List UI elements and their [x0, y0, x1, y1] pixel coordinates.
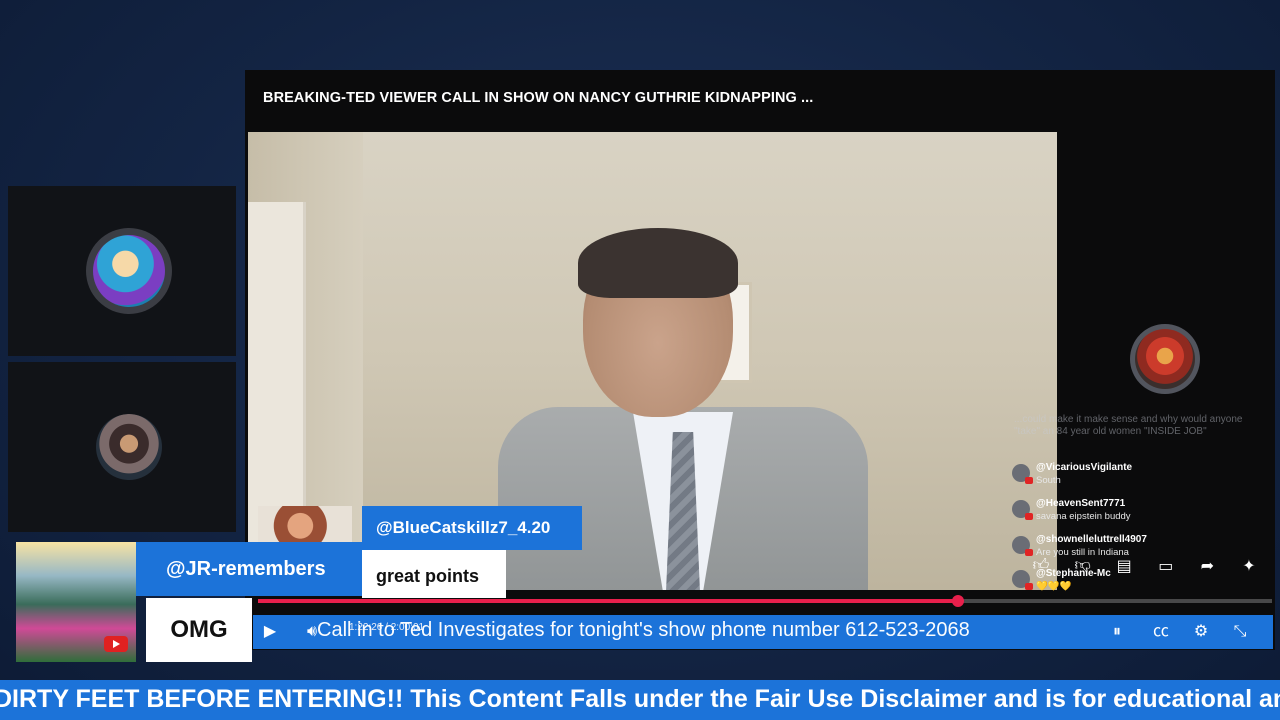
- chat-avatar: [1012, 536, 1033, 556]
- featured-comment: @JR-remembers great points OMG: [16, 542, 506, 662]
- comment-icon[interactable]: ▤: [1113, 556, 1135, 580]
- bottom-ticker: DIRTY FEET BEFORE ENTERING!! This Conten…: [0, 680, 1280, 720]
- captions-icon[interactable]: ㏄: [1148, 619, 1174, 645]
- chat-text: savana eipstein buddy: [1036, 511, 1131, 522]
- chat-text: 💛💛💛: [1036, 581, 1072, 592]
- pause-icon[interactable]: ⏸︎: [1104, 619, 1130, 645]
- host-avatar: [1130, 324, 1200, 394]
- comment-reaction: OMG: [146, 598, 252, 662]
- chat-avatar: [1012, 500, 1033, 520]
- chat-avatar: [1012, 570, 1033, 590]
- chat-user: @VicariousVigilante: [1036, 462, 1133, 473]
- like-icon[interactable]: 👍︎: [1030, 556, 1052, 580]
- video-title[interactable]: BREAKING-TED VIEWER CALL IN SHOW ON NANC…: [263, 90, 813, 106]
- participant-avatar: [96, 414, 162, 480]
- chat-faded-message: ...could make it make sense and why woul…: [1014, 414, 1243, 437]
- comment-message: great points: [362, 550, 506, 598]
- commenter-photo: [16, 542, 136, 662]
- chat-user: @HeavenSent7771: [1036, 498, 1126, 509]
- sparkle-icon[interactable]: ✦: [1238, 556, 1260, 580]
- dislike-icon[interactable]: 👎︎: [1072, 556, 1094, 580]
- chat-message: @HeavenSent7771 savana eipstein buddy: [1010, 496, 1256, 528]
- chat-icon[interactable]: ▭: [1155, 556, 1177, 580]
- progress-handle[interactable]: [951, 595, 964, 607]
- share-icon[interactable]: ➦: [1196, 556, 1218, 580]
- chat-text: South: [1036, 475, 1061, 486]
- bottom-ticker-text: DIRTY FEET BEFORE ENTERING!! This Conten…: [0, 685, 1280, 713]
- collapse-icon[interactable]: ⤡: [1227, 619, 1253, 645]
- chat-avatar: [1012, 464, 1033, 484]
- chat-user: @shownelleluttrell4907: [1036, 534, 1147, 545]
- chat-actions: 👍︎ 👎︎ ▤ ▭ ➦ ✦: [1030, 556, 1260, 580]
- participant-panel-1: [8, 186, 236, 356]
- gear-icon[interactable]: ⚙: [1188, 619, 1214, 645]
- comment-user: @JR-remembers: [136, 542, 362, 596]
- participant-panel-2: [8, 362, 236, 532]
- participant-avatar: [86, 228, 172, 314]
- chevron-up-icon[interactable]: ⌃: [745, 619, 771, 645]
- chat-message: @VicariousVigilante South: [1010, 460, 1256, 492]
- youtube-icon: [104, 636, 128, 652]
